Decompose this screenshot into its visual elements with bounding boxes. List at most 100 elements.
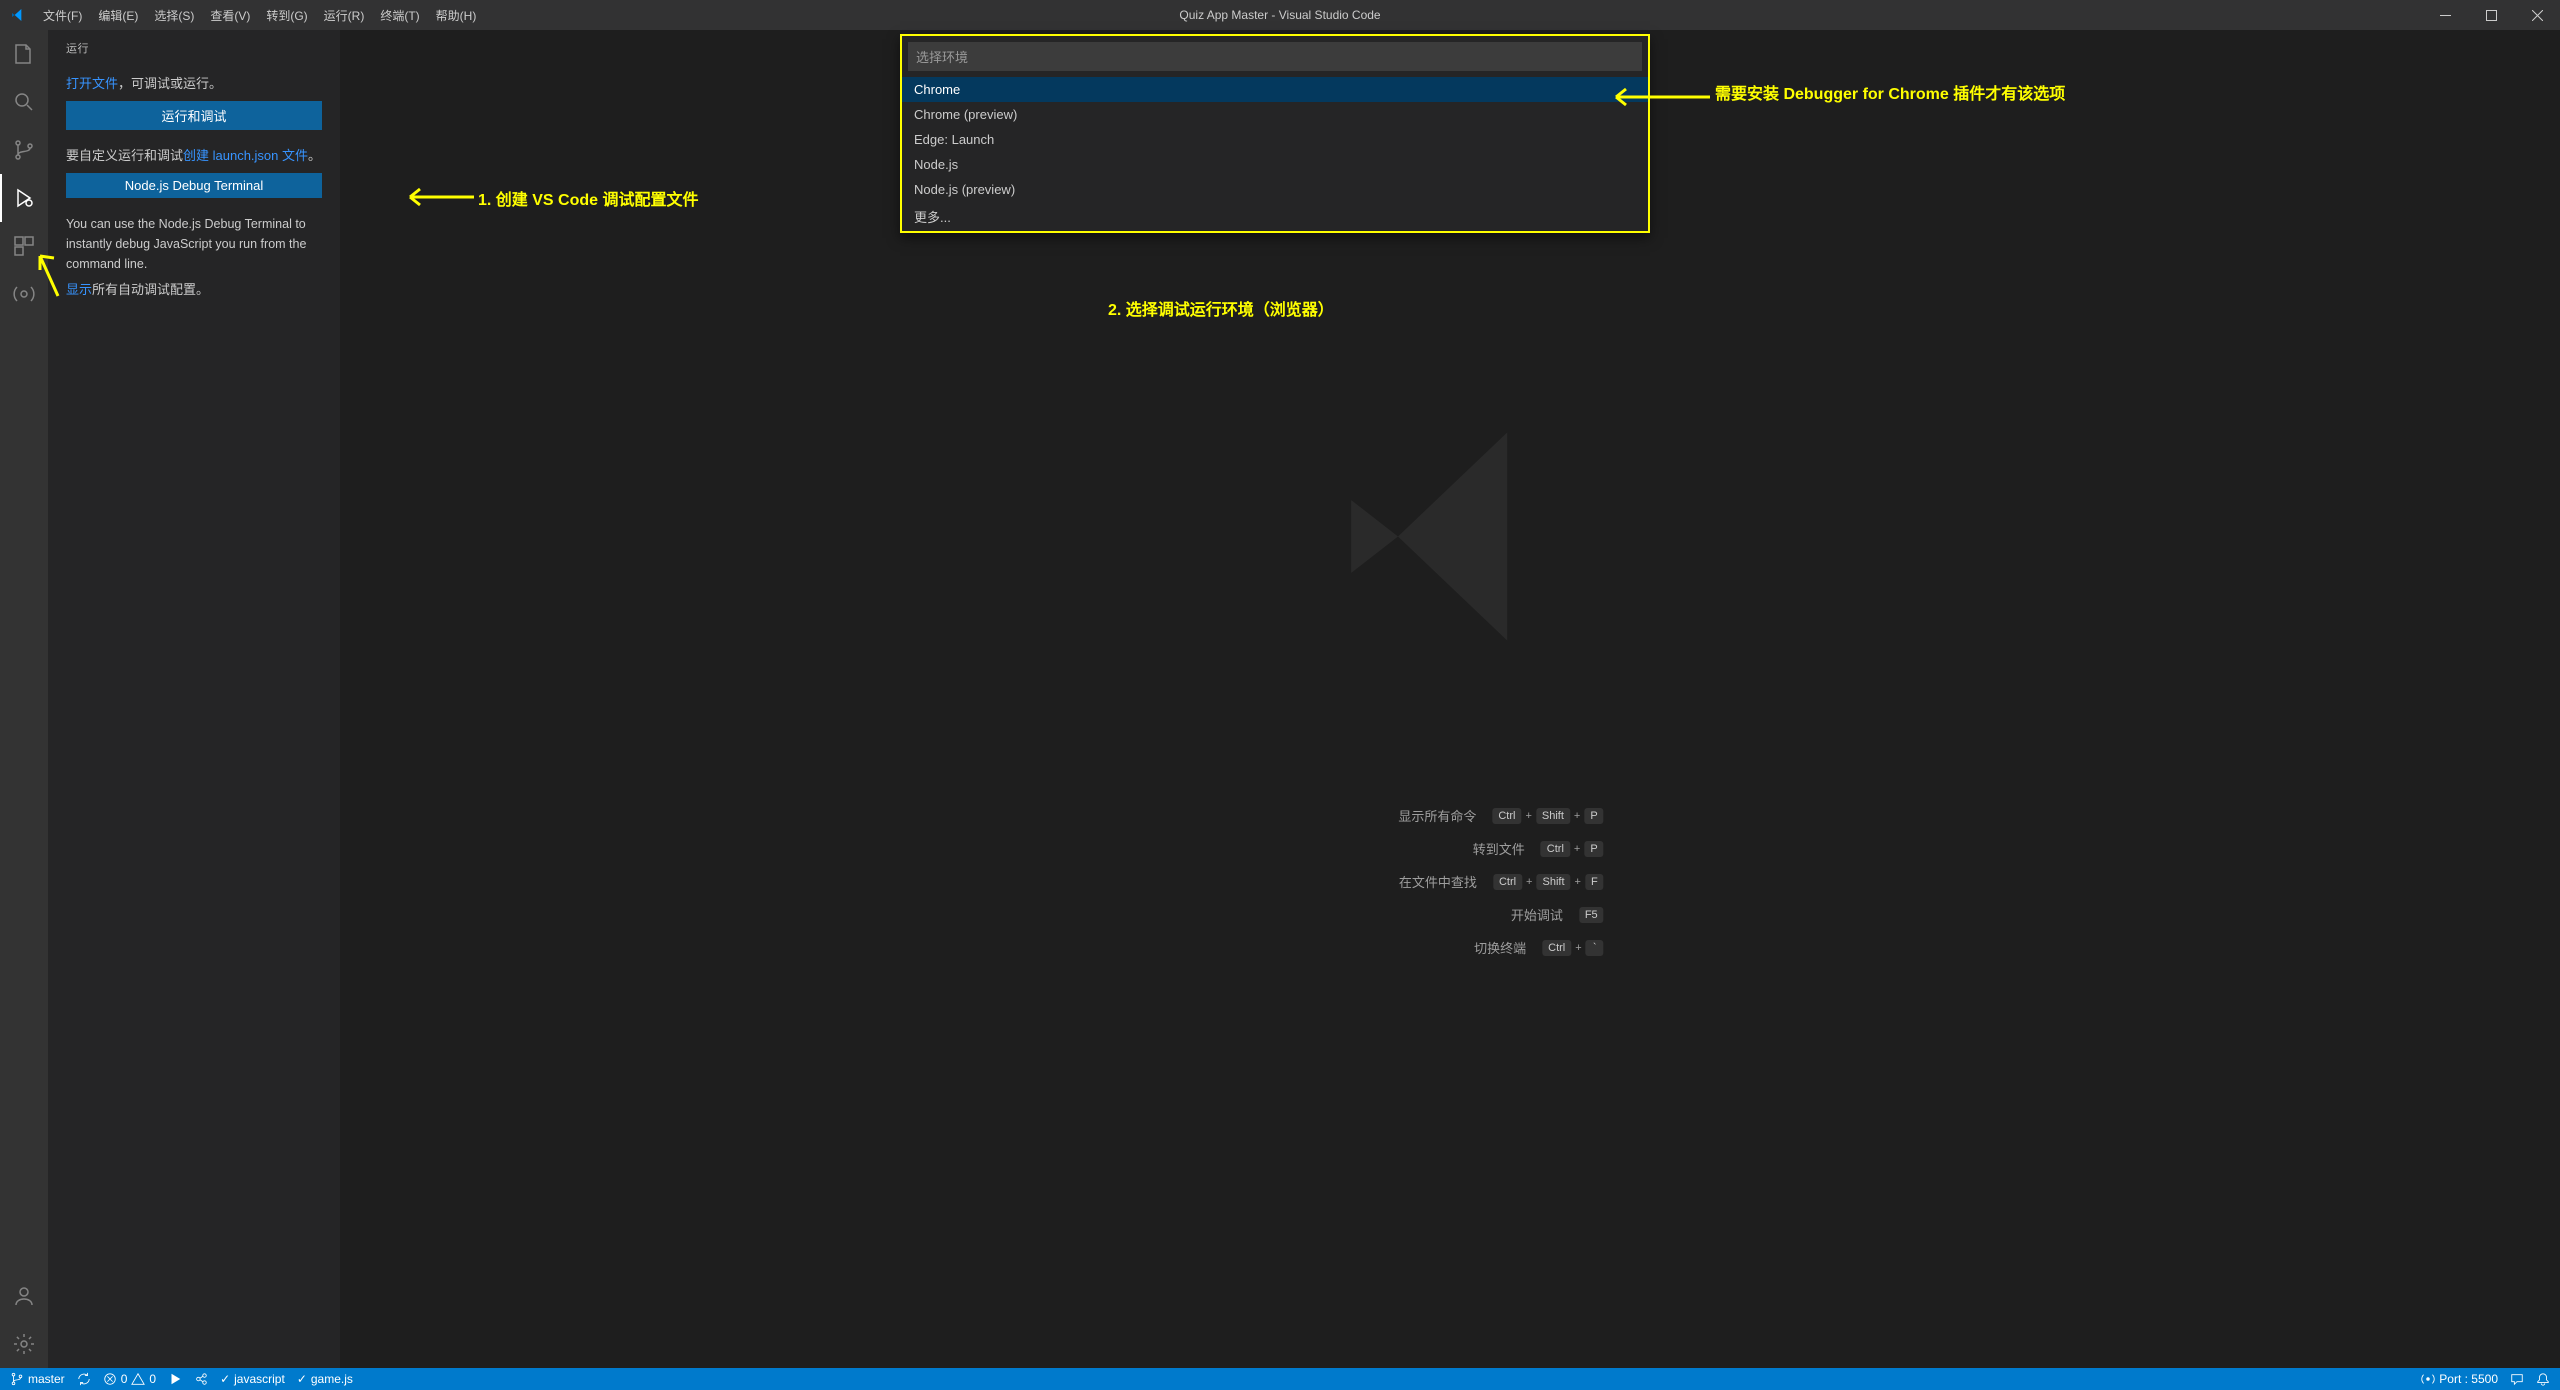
key-badge: Shift: [1536, 808, 1570, 824]
run-sidebar: 运行 打开文件，可调试或运行。 运行和调试 要自定义运行和调试创建 launch…: [48, 30, 340, 1368]
status-sync[interactable]: [77, 1372, 91, 1386]
node-debug-terminal-button[interactable]: Node.js Debug Terminal: [66, 173, 322, 198]
status-eslint-js[interactable]: ✓ javascript: [220, 1372, 285, 1386]
status-debug-start[interactable]: [168, 1372, 182, 1386]
menu-terminal[interactable]: 终端(T): [372, 0, 427, 30]
activity-bar: [0, 30, 48, 1368]
activity-run-debug[interactable]: [0, 174, 48, 222]
menu-go[interactable]: 转到(G): [258, 0, 315, 30]
debug-icon: [12, 186, 36, 210]
show-link[interactable]: 显示: [66, 282, 92, 297]
menu-selection[interactable]: 选择(S): [146, 0, 202, 30]
plus-separator: +: [1525, 810, 1531, 822]
vscode-icon: [0, 0, 35, 30]
node-desc: You can use the Node.js Debug Terminal t…: [66, 214, 322, 274]
eslint-lang1: javascript: [234, 1372, 285, 1386]
shortcut-label: 切换终端: [1346, 938, 1526, 957]
plus-separator: +: [1575, 942, 1581, 954]
bell-icon: [2536, 1372, 2550, 1386]
error-count: 0: [121, 1372, 128, 1386]
status-problems[interactable]: 0 0: [103, 1372, 156, 1386]
activity-settings[interactable]: [0, 1320, 48, 1368]
key-badge: F: [1585, 874, 1604, 890]
extensions-icon: [12, 234, 36, 258]
activity-extensions[interactable]: [0, 222, 48, 270]
status-eslint-file[interactable]: ✓ game.js: [297, 1372, 353, 1386]
run-and-debug-button[interactable]: 运行和调试: [66, 101, 322, 130]
check-icon: ✓: [220, 1372, 230, 1386]
shortcut-row: 切换终端Ctrl+`: [1296, 938, 1603, 957]
shortcut-keys: Ctrl+Shift+P: [1492, 808, 1603, 824]
key-badge: Ctrl: [1492, 808, 1521, 824]
search-icon: [12, 90, 36, 114]
title-bar: 文件(F) 编辑(E) 选择(S) 查看(V) 转到(G) 运行(R) 终端(T…: [0, 0, 2560, 30]
vscode-watermark-icon: [1320, 407, 1580, 670]
maximize-button[interactable]: [2468, 0, 2514, 30]
status-bar: master 0 0 ✓ javascript ✓ game.js Port :: [0, 1368, 2560, 1390]
activity-liveserver[interactable]: [0, 270, 48, 318]
quickpick-item[interactable]: Chrome (preview): [902, 102, 1648, 127]
menu-help[interactable]: 帮助(H): [428, 0, 485, 30]
show-line: 显示所有自动调试配置。: [66, 280, 322, 301]
quickpick-item[interactable]: Chrome: [902, 77, 1648, 102]
check-icon: ✓: [297, 1372, 307, 1386]
shortcut-row: 开始调试 F5: [1296, 905, 1603, 924]
environment-quickpick: 选择环境 ChromeChrome (preview)Edge: LaunchN…: [900, 34, 1650, 233]
menu-run[interactable]: 运行(R): [316, 0, 373, 30]
shortcut-keys: Ctrl+`: [1542, 940, 1604, 956]
quickpick-item[interactable]: 更多...: [902, 202, 1648, 231]
branch-icon: [10, 1372, 24, 1386]
warning-icon: [131, 1372, 145, 1386]
window-controls: [2422, 0, 2560, 30]
activity-accounts[interactable]: [0, 1272, 48, 1320]
shortcut-row: 显示所有命令Ctrl+Shift+P: [1296, 806, 1603, 825]
key-badge: Ctrl: [1493, 874, 1522, 890]
eslint-lang2: game.js: [311, 1372, 353, 1386]
create-launch-json-link[interactable]: 创建 launch.json 文件: [183, 148, 308, 163]
activity-search[interactable]: [0, 78, 48, 126]
shortcut-label: 开始调试: [1383, 905, 1563, 924]
sync-icon: [77, 1372, 91, 1386]
plus-separator: +: [1574, 810, 1580, 822]
activity-scm[interactable]: [0, 126, 48, 174]
plus-separator: +: [1575, 876, 1581, 888]
status-branch[interactable]: master: [10, 1372, 65, 1386]
shortcut-label: 显示所有命令: [1296, 806, 1476, 825]
sidebar-title: 运行: [66, 40, 322, 56]
key-badge: Shift: [1536, 874, 1570, 890]
quickpick-input[interactable]: 选择环境: [908, 42, 1642, 71]
quickpick-item[interactable]: Node.js: [902, 152, 1648, 177]
menu-bar: 文件(F) 编辑(E) 选择(S) 查看(V) 转到(G) 运行(R) 终端(T…: [35, 0, 484, 30]
broadcast-icon: [12, 282, 36, 306]
broadcast-icon: [2421, 1372, 2435, 1386]
menu-view[interactable]: 查看(V): [202, 0, 258, 30]
key-badge: Ctrl: [1542, 940, 1571, 956]
branch-icon: [12, 138, 36, 162]
plus-separator: +: [1574, 843, 1580, 855]
shortcut-row: 转到文件Ctrl+P: [1296, 839, 1603, 858]
key-badge: Ctrl: [1541, 841, 1570, 857]
status-feedback[interactable]: [2510, 1372, 2524, 1386]
custom-suffix: 。: [308, 148, 321, 163]
error-icon: [103, 1372, 117, 1386]
status-live-server[interactable]: Port : 5500: [2421, 1372, 2498, 1386]
minimize-button[interactable]: [2422, 0, 2468, 30]
open-file-link[interactable]: 打开文件: [66, 76, 118, 91]
live-share-icon: [194, 1372, 208, 1386]
branch-name: master: [28, 1372, 65, 1386]
account-icon: [12, 1284, 36, 1308]
close-button[interactable]: [2514, 0, 2560, 30]
menu-edit[interactable]: 编辑(E): [90, 0, 146, 30]
quickpick-item[interactable]: Node.js (preview): [902, 177, 1648, 202]
activity-explorer[interactable]: [0, 30, 48, 78]
shortcut-keys: F5: [1579, 907, 1604, 923]
menu-file[interactable]: 文件(F): [35, 0, 90, 30]
shortcut-keys: Ctrl+Shift+F: [1493, 874, 1604, 890]
status-bell[interactable]: [2536, 1372, 2550, 1386]
shortcut-keys: Ctrl+P: [1541, 841, 1604, 857]
status-live-share[interactable]: [194, 1372, 208, 1386]
feedback-icon: [2510, 1372, 2524, 1386]
shortcuts-list: 显示所有命令Ctrl+Shift+P转到文件Ctrl+P在文件中查找Ctrl+S…: [1296, 806, 1603, 957]
open-file-tail: ，可调试或运行。: [118, 76, 222, 91]
quickpick-item[interactable]: Edge: Launch: [902, 127, 1648, 152]
